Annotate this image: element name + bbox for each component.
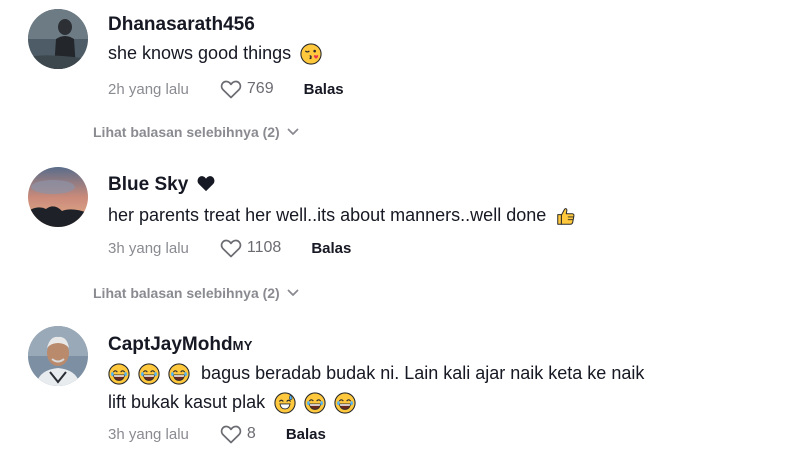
comment-meta: 3h yang lalu 8 Balas: [108, 422, 326, 446]
reply-button[interactable]: Balas: [311, 240, 351, 257]
view-more-replies[interactable]: Lihat balasan selebihnya (2): [93, 124, 299, 140]
username-text[interactable]: Blue Sky: [108, 174, 188, 195]
heart-outline-icon[interactable]: [219, 236, 243, 260]
comment-text-line1: bagus beradab budak ni. Lain kali ajar n…: [201, 363, 645, 383]
timestamp: 3h yang lalu: [108, 239, 189, 257]
reply-button[interactable]: Balas: [286, 426, 326, 443]
avatar[interactable]: [28, 9, 88, 69]
comment-text: bagus beradab budak ni. Lain kali ajar n…: [108, 358, 644, 388]
country-badge: MY: [232, 338, 253, 353]
username[interactable]: CaptJayMohdMY: [108, 334, 253, 356]
joy-icon: [304, 392, 326, 414]
avatar[interactable]: [28, 326, 88, 386]
heart-outline-icon[interactable]: [219, 77, 243, 101]
chevron-down-icon: [287, 128, 299, 136]
comment-text-line2: lift bukak kasut plak: [108, 392, 266, 412]
emoji-group-2: [274, 392, 356, 412]
grinning-sweat-icon: [274, 392, 296, 414]
like-button[interactable]: 8: [219, 422, 256, 446]
username[interactable]: Blue Sky: [108, 174, 216, 196]
view-more-label[interactable]: Lihat balasan selebihnya (2): [93, 285, 280, 301]
view-more-label[interactable]: Lihat balasan selebihnya (2): [93, 124, 280, 140]
joy-icon: [168, 363, 190, 385]
joy-icon: [108, 363, 130, 385]
joy-icon: [334, 392, 356, 414]
comment-meta: 3h yang lalu 1108 Balas: [108, 236, 351, 260]
comment-meta: 2h yang lalu 769 Balas: [108, 77, 344, 101]
username[interactable]: Dhanasarath456: [108, 14, 255, 36]
like-button[interactable]: 769: [219, 77, 274, 101]
reply-button[interactable]: Balas: [304, 81, 344, 98]
like-count: 769: [246, 80, 274, 97]
comment-text-content: her parents treat her well..its about ma…: [108, 205, 547, 225]
comment-text-content: she knows good things: [108, 43, 292, 63]
like-count: 1108: [246, 239, 282, 256]
comment-text: her parents treat her well..its about ma…: [108, 200, 577, 230]
thumbs-up-icon: [555, 205, 577, 227]
emoji-group-1: [108, 363, 195, 383]
username-text[interactable]: CaptJayMohd: [108, 334, 233, 355]
comment-text: lift bukak kasut plak: [108, 387, 356, 417]
timestamp: 3h yang lalu: [108, 425, 189, 443]
heart-outline-icon[interactable]: [219, 422, 243, 446]
avatar[interactable]: [28, 167, 88, 227]
timestamp: 2h yang lalu: [108, 80, 189, 98]
comment-text: she knows good things: [108, 38, 322, 68]
like-button[interactable]: 1108: [219, 236, 281, 260]
view-more-replies[interactable]: Lihat balasan selebihnya (2): [93, 285, 299, 301]
face-blowing-kiss-icon: [300, 43, 322, 65]
like-count: 8: [246, 425, 256, 442]
joy-icon: [138, 363, 160, 385]
black-heart-icon: [197, 176, 215, 192]
chevron-down-icon: [287, 289, 299, 297]
